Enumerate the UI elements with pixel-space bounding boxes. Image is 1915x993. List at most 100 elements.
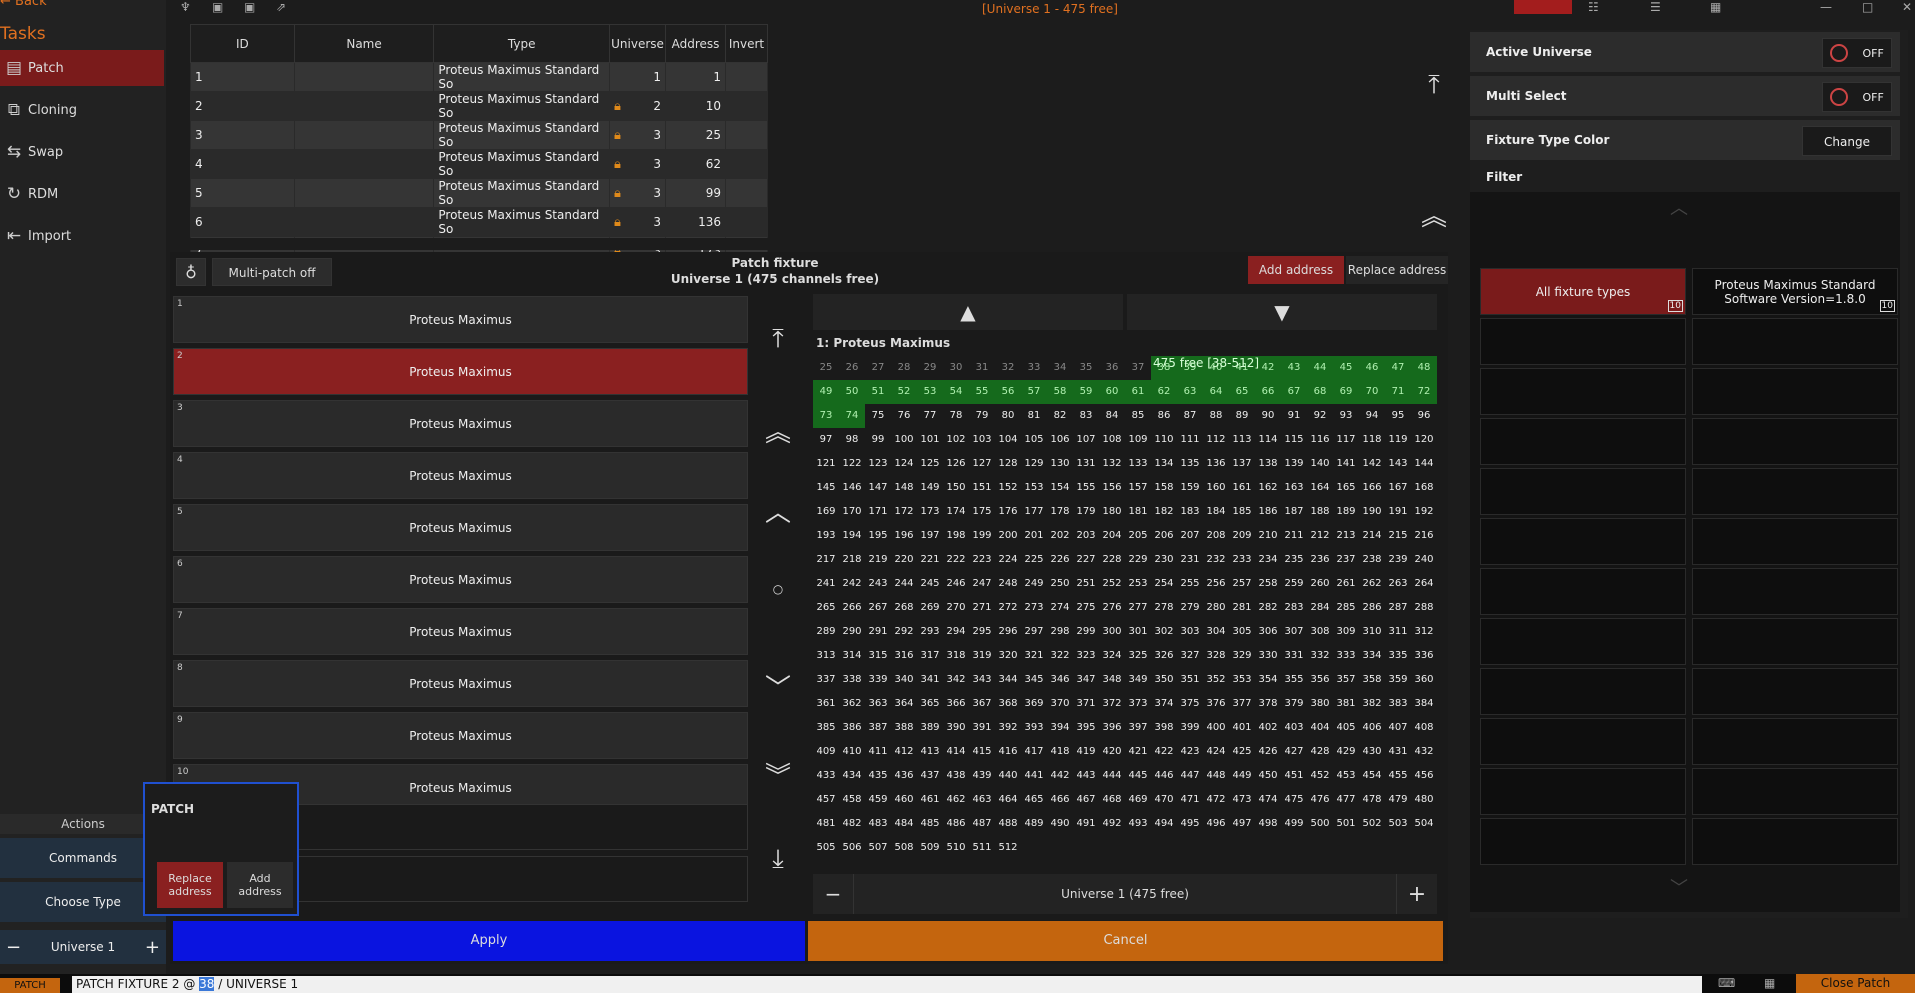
address-cell[interactable]: 274 [1047,596,1073,620]
address-cell[interactable]: 194 [839,524,865,548]
address-cell[interactable]: 83 [1073,404,1099,428]
address-cell[interactable]: 490 [1047,812,1073,836]
task-import[interactable]: ⇤ Import [0,218,164,254]
address-cell[interactable]: 208 [1203,524,1229,548]
address-cell[interactable]: 345 [1021,668,1047,692]
address-cell[interactable]: 110 [1151,428,1177,452]
address-cell[interactable]: 451 [1281,764,1307,788]
address-cell[interactable]: 44 [1307,356,1333,380]
address-cell[interactable]: 191 [1385,500,1411,524]
address-cell[interactable]: 93 [1333,404,1359,428]
address-cell[interactable]: 99 [865,428,891,452]
address-cell[interactable]: 307 [1281,620,1307,644]
address-cell[interactable]: 188 [1307,500,1333,524]
address-cell[interactable]: 268 [891,596,917,620]
address-cell[interactable]: 89 [1229,404,1255,428]
address-cell[interactable]: 161 [1229,476,1255,500]
address-cell[interactable]: 244 [891,572,917,596]
grid-universe-plus[interactable]: + [1397,882,1437,907]
address-cell[interactable]: 132 [1099,452,1125,476]
address-cell[interactable]: 312 [1411,620,1437,644]
address-cell[interactable]: 98 [839,428,865,452]
address-cell[interactable]: 348 [1099,668,1125,692]
address-cell[interactable]: 206 [1151,524,1177,548]
address-cell[interactable]: 160 [1203,476,1229,500]
address-cell[interactable]: 100 [891,428,917,452]
address-cell[interactable]: 492 [1099,812,1125,836]
address-cell[interactable]: 246 [943,572,969,596]
address-cell[interactable]: 502 [1359,812,1385,836]
list-view-icon[interactable]: ☰ [1650,0,1661,14]
address-cell[interactable]: 84 [1099,404,1125,428]
address-cell[interactable]: 155 [1073,476,1099,500]
address-cell[interactable]: 235 [1281,548,1307,572]
address-cell[interactable]: 330 [1255,644,1281,668]
address-cell[interactable]: 186 [1255,500,1281,524]
address-cell[interactable]: 406 [1359,716,1385,740]
address-cell[interactable]: 104 [995,428,1021,452]
patch-list-item[interactable]: 1 Proteus Maximus [173,296,748,343]
address-cell[interactable]: 52 [891,380,917,404]
address-cell[interactable]: 428 [1307,740,1333,764]
address-cell[interactable]: 357 [1333,668,1359,692]
address-cell[interactable]: 411 [865,740,891,764]
address-cell[interactable]: 315 [865,644,891,668]
address-cell[interactable]: 495 [1177,812,1203,836]
address-cell[interactable]: 176 [995,500,1021,524]
address-cell[interactable]: 360 [1411,668,1437,692]
address-cell[interactable]: 120 [1411,428,1437,452]
patch-list-item[interactable]: 4 Proteus Maximus [173,452,748,499]
address-cell[interactable]: 51 [865,380,891,404]
active-universe-toggle[interactable]: OFF [1822,38,1892,68]
address-cell[interactable]: 173 [917,500,943,524]
address-cell[interactable]: 222 [943,548,969,572]
address-cell[interactable]: 500 [1307,812,1333,836]
filter-cell[interactable] [1692,568,1898,615]
address-cell[interactable]: 395 [1073,716,1099,740]
address-cell[interactable]: 313 [813,644,839,668]
multipatch-button[interactable]: Multi-patch off [212,258,332,286]
address-cell[interactable]: 123 [865,452,891,476]
address-cell[interactable]: 491 [1073,812,1099,836]
address-cell[interactable]: 279 [1177,596,1203,620]
address-cell[interactable]: 412 [891,740,917,764]
address-cell[interactable]: 114 [1255,428,1281,452]
down-icon[interactable]: ﹀ [758,668,798,705]
address-cell[interactable]: 481 [813,812,839,836]
address-cell[interactable]: 293 [917,620,943,644]
address-cell[interactable]: 289 [813,620,839,644]
address-cell[interactable]: 32 [995,356,1021,380]
address-cell[interactable]: 503 [1385,812,1411,836]
address-cell[interactable]: 143 [1385,452,1411,476]
address-cell[interactable]: 196 [891,524,917,548]
address-cell[interactable]: 255 [1177,572,1203,596]
address-cell[interactable]: 332 [1307,644,1333,668]
address-cell[interactable]: 329 [1229,644,1255,668]
address-cell[interactable]: 45 [1333,356,1359,380]
address-cell[interactable]: 231 [1177,548,1203,572]
address-cell[interactable]: 209 [1229,524,1255,548]
change-color-button[interactable]: Change [1802,126,1892,156]
address-cell[interactable]: 409 [813,740,839,764]
address-cell[interactable]: 379 [1281,692,1307,716]
address-cell[interactable]: 216 [1411,524,1437,548]
address-cell[interactable]: 296 [995,620,1021,644]
address-cell[interactable]: 427 [1281,740,1307,764]
address-cell[interactable]: 71 [1385,380,1411,404]
filter-cell[interactable] [1480,318,1686,365]
address-cell[interactable]: 507 [865,836,891,860]
address-cell[interactable]: 34 [1047,356,1073,380]
address-cell[interactable]: 422 [1151,740,1177,764]
address-cell[interactable]: 448 [1203,764,1229,788]
address-cell[interactable]: 256 [1203,572,1229,596]
address-cell[interactable]: 368 [995,692,1021,716]
task-cloning[interactable]: ⧉ Cloning [0,92,164,128]
address-cell[interactable]: 184 [1203,500,1229,524]
scroll-bottom-icon[interactable]: ⤓ [758,844,798,875]
address-cell[interactable]: 165 [1333,476,1359,500]
address-cell[interactable]: 234 [1255,548,1281,572]
filter-cell[interactable] [1480,568,1686,615]
filter-cell[interactable] [1692,668,1898,715]
address-cell[interactable]: 91 [1281,404,1307,428]
address-cell[interactable]: 366 [943,692,969,716]
